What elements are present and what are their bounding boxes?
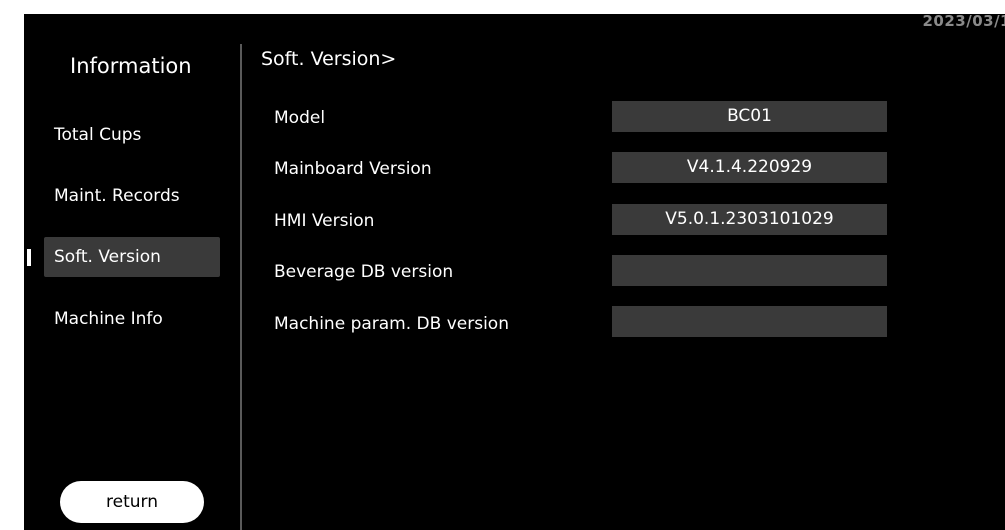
model-value: BC01 bbox=[612, 101, 887, 132]
machine-param-db-version-value bbox=[612, 306, 887, 337]
divider bbox=[240, 44, 242, 530]
sidebar-item-label: Maint. Records bbox=[54, 186, 180, 206]
clock: 2023/03/1 bbox=[922, 12, 1005, 30]
mainboard-version-value: V4.1.4.220929 bbox=[612, 152, 887, 183]
sidebar-item-soft-version[interactable]: Soft. Version bbox=[44, 237, 220, 277]
sidebar-item-maint-records[interactable]: Maint. Records bbox=[44, 176, 220, 216]
sidebar-item-label: Soft. Version bbox=[54, 247, 161, 267]
return-button[interactable]: return bbox=[60, 481, 204, 523]
mainboard-version-label: Mainboard Version bbox=[274, 159, 432, 179]
hmi-version-value: V5.0.1.2303101029 bbox=[612, 204, 887, 235]
machine-param-db-version-label: Machine param. DB version bbox=[274, 314, 509, 334]
sidebar-item-total-cups[interactable]: Total Cups bbox=[44, 115, 220, 155]
active-indicator bbox=[27, 249, 31, 266]
screen: 2023/03/1 Information Total Cups Maint. … bbox=[0, 0, 1005, 530]
breadcrumb: Soft. Version> bbox=[261, 48, 397, 70]
sidebar-item-machine-info[interactable]: Machine Info bbox=[44, 299, 220, 339]
beverage-db-version-value bbox=[612, 255, 887, 286]
sidebar-title: Information bbox=[70, 54, 192, 78]
info-panel: 2023/03/1 Information Total Cups Maint. … bbox=[24, 12, 1005, 530]
sidebar-item-label: Total Cups bbox=[54, 125, 142, 145]
beverage-db-version-label: Beverage DB version bbox=[274, 262, 454, 282]
sidebar-item-label: Machine Info bbox=[54, 309, 163, 329]
model-label: Model bbox=[274, 108, 326, 128]
hmi-version-label: HMI Version bbox=[274, 211, 375, 231]
